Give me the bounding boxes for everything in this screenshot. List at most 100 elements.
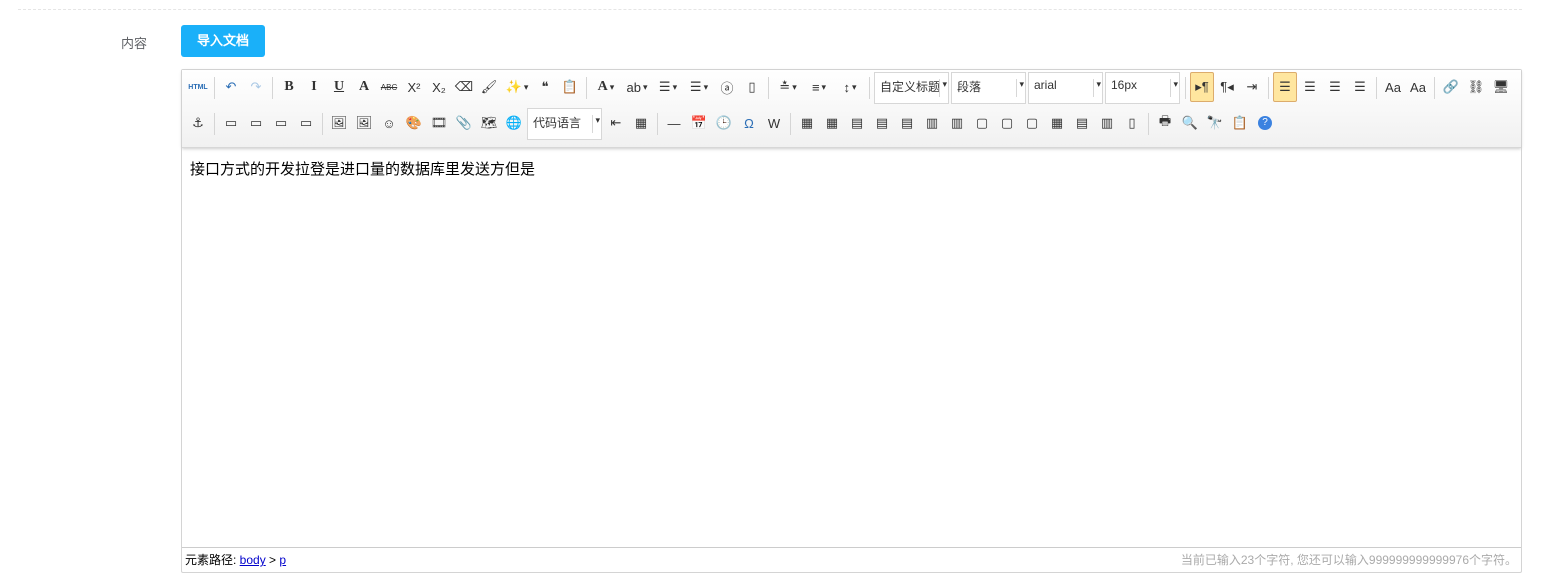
charts-button[interactable]: ▯ — [1120, 108, 1144, 138]
insertcol-button[interactable]: ▥ — [920, 108, 944, 138]
direction-rtl-icon: ¶◂ — [1220, 79, 1234, 94]
map-button[interactable]: 🗺 — [477, 108, 501, 138]
forecolor-button[interactable]: A — [591, 72, 621, 102]
fontborder-button[interactable]: A — [352, 72, 376, 102]
fontfamily-select[interactable]: arial — [1028, 72, 1103, 104]
wordimage-icon: W — [767, 115, 781, 131]
autotypeset-button[interactable]: ✨ — [502, 72, 532, 102]
ordered-list-button[interactable]: ☰ — [653, 72, 683, 102]
image-none-button[interactable]: ▭ — [219, 108, 243, 138]
toolbar-separator — [1148, 113, 1149, 135]
drafts-button[interactable]: 📋 — [1228, 108, 1252, 138]
mergeright-button[interactable]: ▢ — [995, 108, 1019, 138]
path-body-link[interactable]: body — [240, 553, 266, 567]
toolbar-separator — [1376, 77, 1377, 99]
import-document-button[interactable]: 导入文档 — [181, 25, 265, 57]
insertvideo-button[interactable]: 🎞 — [427, 108, 451, 138]
justify-center-button[interactable]: ☰ — [1298, 72, 1322, 102]
tolowercase-icon: Aa — [1410, 79, 1426, 95]
insert-paragraph-before-table-button[interactable]: ▤ — [845, 108, 869, 138]
removeformat-button[interactable]: ⌫ — [452, 72, 476, 102]
link-button[interactable]: 🔗 — [1439, 72, 1463, 102]
time-button[interactable]: 🕒 — [712, 108, 736, 138]
direction-ltr-button[interactable]: ▸¶ — [1190, 72, 1214, 102]
toolbar-separator — [790, 113, 791, 135]
justify-full-button[interactable]: ☰ — [1348, 72, 1372, 102]
unordered-list-button[interactable]: ☰ — [684, 72, 714, 102]
blockquote-button[interactable]: ❝ — [533, 72, 557, 102]
cleardoc-button[interactable]: ▯ — [740, 72, 764, 102]
bold-button[interactable]: B — [277, 72, 301, 102]
deleterow-button[interactable]: ▤ — [895, 108, 919, 138]
undo-button[interactable]: ↶ — [219, 72, 243, 102]
deleterow-icon: ▤ — [900, 115, 914, 130]
help-button[interactable]: ? — [1253, 108, 1277, 138]
selectall-button[interactable]: ⓐ — [715, 72, 739, 102]
emotion-button[interactable]: ☺ — [377, 108, 401, 138]
insertimage-button[interactable]: 🖼 — [352, 108, 376, 138]
backcolor-button[interactable]: ab — [622, 72, 652, 102]
subscript-button[interactable]: X₂ — [427, 72, 451, 102]
tolowercase-button[interactable]: Aa — [1406, 72, 1430, 102]
unlink-button[interactable]: ⛓ — [1464, 72, 1488, 102]
simpleupload-button[interactable]: 🖼 — [327, 108, 351, 138]
path-p-link[interactable]: p — [279, 553, 286, 567]
splittocols-button[interactable]: ▥ — [1095, 108, 1119, 138]
spechars-button[interactable]: Ω — [737, 108, 761, 138]
underline-button[interactable]: U — [327, 72, 351, 102]
wordimage-button[interactable]: W — [762, 108, 786, 138]
deletetable-button[interactable]: ▦ — [820, 108, 844, 138]
mergedown-icon: ▢ — [1025, 115, 1039, 130]
insertframe-button[interactable]: 🖥 — [1489, 72, 1513, 102]
justify-center-icon: ☰ — [1304, 79, 1316, 94]
paragraph-select[interactable]: 段落 — [951, 72, 1026, 104]
attachment-button[interactable]: 📎 — [452, 108, 476, 138]
strikethrough-button[interactable]: ABC — [377, 72, 401, 102]
template-button[interactable]: ▦ — [629, 108, 653, 138]
image-right-button[interactable]: ▭ — [269, 108, 293, 138]
cleardoc-icon: ▯ — [748, 79, 756, 94]
pagebreak-button[interactable]: ⇤ — [604, 108, 628, 138]
touppercase-button[interactable]: Aa — [1381, 72, 1405, 102]
mergecells-button[interactable]: ▢ — [970, 108, 994, 138]
insertcode-select[interactable]: 代码语言 — [527, 108, 602, 140]
rowspacing-bottom-button[interactable]: ≡ — [804, 72, 834, 102]
splittorows-button[interactable]: ▤ — [1070, 108, 1094, 138]
content-paragraph[interactable]: 接口方式的开发拉登是进口量的数据库里发送方但是 — [190, 158, 1513, 179]
redo-button[interactable]: ↷ — [244, 72, 268, 102]
rowspacing-top-button[interactable]: ≛ — [773, 72, 803, 102]
editor-content[interactable]: 接口方式的开发拉登是进口量的数据库里发送方但是 — [182, 148, 1521, 547]
path-separator: > — [265, 553, 280, 567]
insertrow-button[interactable]: ▤ — [870, 108, 894, 138]
splittocells-button[interactable]: ▦ — [1045, 108, 1069, 138]
superscript-button[interactable]: X² — [402, 72, 426, 102]
italic-button[interactable]: I — [302, 72, 326, 102]
justify-left-button[interactable]: ☰ — [1273, 72, 1297, 102]
image-left-button[interactable]: ▭ — [244, 108, 268, 138]
inserttable-button[interactable]: ▦ — [795, 108, 819, 138]
deletecol-button[interactable]: ▥ — [945, 108, 969, 138]
searchreplace-button[interactable]: 🔭 — [1203, 108, 1227, 138]
formatmatch-button[interactable]: 🖌 — [477, 72, 501, 102]
pasteplain-button[interactable]: 📋 — [558, 72, 582, 102]
print-button[interactable]: 🖶 — [1153, 108, 1177, 138]
horizontal-button[interactable]: — — [662, 108, 686, 138]
lineheight-button[interactable]: ↕ — [835, 72, 865, 102]
customstyle-select[interactable]: 自定义标题 — [874, 72, 949, 104]
preview-button[interactable]: 🔍 — [1178, 108, 1202, 138]
indent-button[interactable]: ⇥ — [1240, 72, 1264, 102]
insert-paragraph-before-table-icon: ▤ — [850, 115, 864, 130]
anchor-button[interactable]: ⚓ — [186, 108, 210, 138]
direction-rtl-button[interactable]: ¶◂ — [1215, 72, 1239, 102]
image-center-button[interactable]: ▭ — [294, 108, 318, 138]
mergedown-button[interactable]: ▢ — [1020, 108, 1044, 138]
toolbar-separator — [768, 77, 769, 99]
fontsize-select[interactable]: 16px — [1105, 72, 1180, 104]
webapp-button[interactable]: 🌐 — [502, 108, 526, 138]
date-button[interactable]: 📅 — [687, 108, 711, 138]
justify-right-button[interactable]: ☰ — [1323, 72, 1347, 102]
insertcol-icon: ▥ — [925, 115, 939, 130]
splittocells-icon: ▦ — [1050, 115, 1064, 130]
source-button[interactable]: HTML — [186, 72, 210, 102]
scrawl-button[interactable]: 🎨 — [402, 108, 426, 138]
